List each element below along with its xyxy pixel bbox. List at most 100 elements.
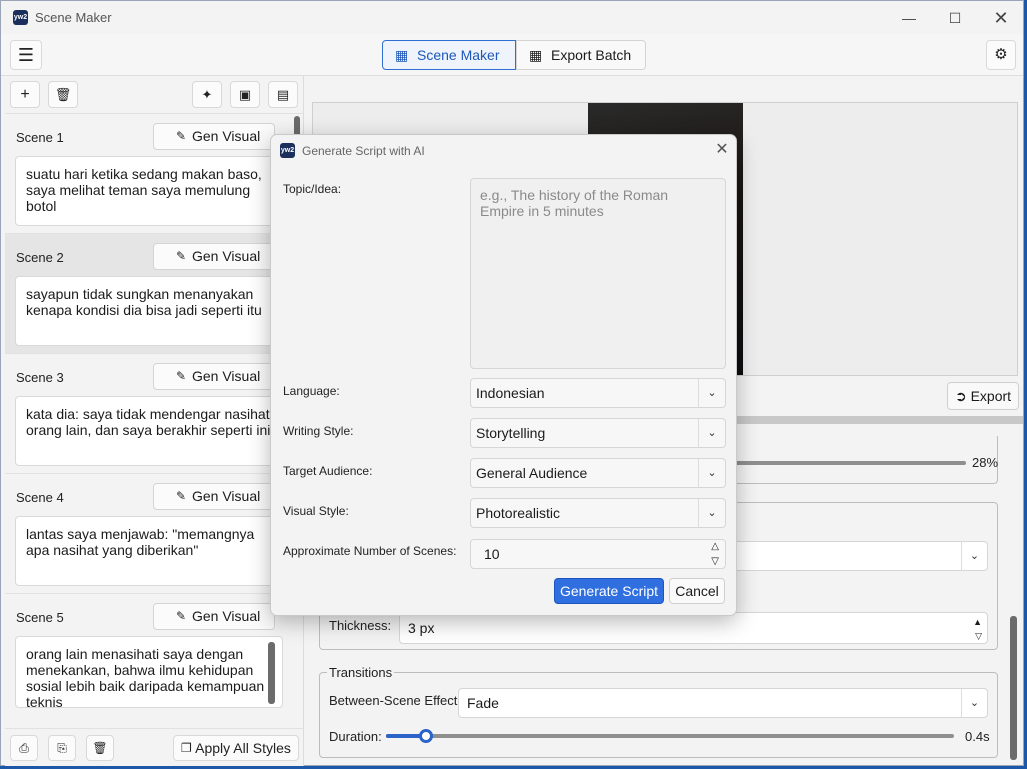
tab-export-batch[interactable]: ▦ Export Batch	[516, 40, 646, 70]
scene-item[interactable]: Scene 5 ✎ Gen Visual orang lain menasihat…	[5, 594, 300, 728]
image-edit-icon: ✎	[176, 489, 187, 503]
file-import-icon: ⎙	[19, 741, 29, 755]
visual-style-value: Photorealistic	[476, 505, 561, 521]
duration-value: 0.4s	[965, 729, 990, 744]
maximize-button[interactable]: ☐	[937, 5, 973, 31]
images-button[interactable]: ▣	[230, 81, 260, 108]
thickness-value: 3 px	[408, 620, 435, 636]
tab-export-batch-label: Export Batch	[551, 47, 632, 63]
gen-visual-label: Gen Visual	[192, 128, 261, 144]
transitions-title: Transitions	[327, 665, 395, 680]
scene-label: Scene 5	[16, 610, 64, 625]
audience-label: Target Audience:	[283, 464, 373, 478]
plus-icon: +	[20, 86, 30, 103]
writing-style-select[interactable]: Storytelling ⌄	[470, 418, 726, 448]
add-scene-button[interactable]: +	[10, 81, 40, 108]
between-scene-label: Between-Scene Effect:	[329, 693, 462, 708]
visual-style-label: Visual Style:	[283, 504, 349, 518]
generate-script-dialog: yw2 Generate Script with AI ✕ Topic/Idea…	[270, 134, 737, 616]
duration-slider-track[interactable]	[386, 734, 954, 738]
hamburger-menu-button[interactable]: ☰	[10, 40, 42, 70]
apply-all-styles-label: Apply All Styles	[195, 740, 291, 756]
scene-text-input[interactable]: lantas saya menjawab: "memangnya apa nas…	[15, 516, 283, 586]
scene-label: Scene 4	[16, 490, 64, 505]
scene-list-toolbar: + 🗑 ✦ ▣ ▤	[5, 76, 303, 114]
scene-text-input[interactable]: suatu hari ketika sedang makan baso, say…	[15, 156, 283, 226]
window-title: Scene Maker	[35, 10, 112, 25]
dialog-logo-icon: yw2	[280, 143, 295, 158]
scene-text-input[interactable]: sayapun tidak sungkan menanyakan kenapa …	[15, 276, 283, 346]
thickness-spinbox[interactable]: 3 px ▲ ▽	[399, 612, 988, 644]
close-window-button[interactable]: ✕	[983, 5, 1019, 31]
chevron-down-icon: ⌄	[698, 499, 725, 527]
visual-style-select[interactable]: Photorealistic ⌄	[470, 498, 726, 528]
gen-visual-label: Gen Visual	[192, 488, 261, 504]
settings-button[interactable]: ⚙	[986, 40, 1016, 70]
save-button[interactable]: ⎘	[48, 735, 76, 761]
writing-style-label: Writing Style:	[283, 424, 354, 438]
magic-wand-icon: ✦	[201, 87, 213, 102]
language-value: Indonesian	[476, 385, 545, 401]
scene-item[interactable]: Scene 1 ✎ Gen Visual suatu hari ketika se…	[5, 114, 300, 234]
minimize-button[interactable]: —	[891, 5, 927, 31]
clear-button[interactable]: 🗑	[86, 735, 114, 761]
script-button[interactable]: ▤	[268, 81, 298, 108]
delete-scene-button[interactable]: 🗑	[48, 81, 78, 108]
grid-icon: ▦	[529, 47, 543, 63]
dialog-close-button[interactable]: ✕	[711, 139, 733, 161]
scene-text-input[interactable]: kata dia: saya tidak mendengar nasihat o…	[15, 396, 283, 466]
tab-scene-maker[interactable]: ▦ Scene Maker	[382, 40, 516, 70]
chevron-down-icon: ⌄	[698, 459, 725, 487]
gen-visual-button[interactable]: ✎ Gen Visual	[153, 243, 275, 270]
spin-down-icon[interactable]: ▽	[711, 548, 719, 576]
topic-input[interactable]: e.g., The history of the Roman Empire in…	[470, 178, 726, 369]
apply-all-styles-button[interactable]: ❐ Apply All Styles	[173, 735, 299, 761]
app-logo-icon: yw2	[13, 10, 28, 25]
spin-down-icon[interactable]: ▽	[975, 621, 982, 651]
num-scenes-label: Approximate Number of Scenes:	[283, 544, 457, 558]
gen-visual-button[interactable]: ✎ Gen Visual	[153, 603, 275, 630]
close-icon: ✕	[715, 141, 729, 158]
scene-label: Scene 3	[16, 370, 64, 385]
trash-icon: 🗑	[54, 87, 72, 102]
image-edit-icon: ✎	[176, 369, 187, 383]
gen-visual-button[interactable]: ✎ Gen Visual	[153, 123, 275, 150]
between-scene-value: Fade	[467, 695, 499, 711]
opacity-value: 28%	[972, 455, 999, 470]
gen-visual-button[interactable]: ✎ Gen Visual	[153, 483, 275, 510]
import-button[interactable]: ⎙	[10, 735, 38, 761]
scene-text-scrollbar[interactable]	[268, 642, 275, 704]
export-icon: ➲	[954, 388, 967, 404]
image-edit-icon: ✎	[176, 609, 187, 623]
file-save-icon: ⎘	[57, 741, 67, 755]
thickness-label: Thickness:	[329, 618, 392, 633]
scene-text-input[interactable]: orang lain menasihati saya dengan meneka…	[15, 636, 283, 708]
between-scene-select[interactable]: Fade ⌄	[458, 688, 988, 718]
chevron-down-icon: ⌄	[698, 419, 725, 447]
generate-script-button[interactable]: Generate Script	[554, 578, 664, 604]
scene-item[interactable]: Scene 4 ✎ Gen Visual lantas saya menjawab…	[5, 474, 300, 594]
export-button[interactable]: ➲ Export	[947, 382, 1019, 410]
grid-icon: ▦	[395, 47, 409, 63]
title-bar: yw2 Scene Maker — ☐ ✕	[1, 1, 1023, 34]
scene-item[interactable]: Scene 3 ✎ Gen Visual kata dia: saya tidak…	[5, 354, 300, 474]
image-icon: ▣	[238, 87, 252, 102]
export-label: Export	[970, 388, 1012, 404]
image-edit-icon: ✎	[176, 249, 187, 263]
editor-scrollbar[interactable]	[1010, 616, 1017, 760]
duration-slider-handle[interactable]	[419, 729, 433, 743]
ai-script-button[interactable]: ✦	[192, 81, 222, 108]
copy-icon: ❐	[181, 741, 192, 755]
language-select[interactable]: Indonesian ⌄	[470, 378, 726, 408]
scene-item[interactable]: Scene 2 ✎ Gen Visual sayapun tidak sungka…	[5, 234, 300, 354]
trash-icon: 🗑	[92, 741, 108, 755]
gen-visual-button[interactable]: ✎ Gen Visual	[153, 363, 275, 390]
num-scenes-spinbox[interactable]: 10 △ ▽	[470, 539, 726, 569]
cancel-button[interactable]: Cancel	[669, 578, 725, 604]
scene-list-panel: + 🗑 ✦ ▣ ▤ Scene 1 ✎ Gen Visual suatu hari…	[5, 76, 304, 766]
audience-select[interactable]: General Audience ⌄	[470, 458, 726, 488]
chevron-down-icon: ⌄	[961, 542, 987, 570]
scene-label: Scene 1	[16, 130, 64, 145]
tab-scene-maker-label: Scene Maker	[417, 47, 500, 63]
chevron-down-icon: ⌄	[961, 689, 987, 717]
